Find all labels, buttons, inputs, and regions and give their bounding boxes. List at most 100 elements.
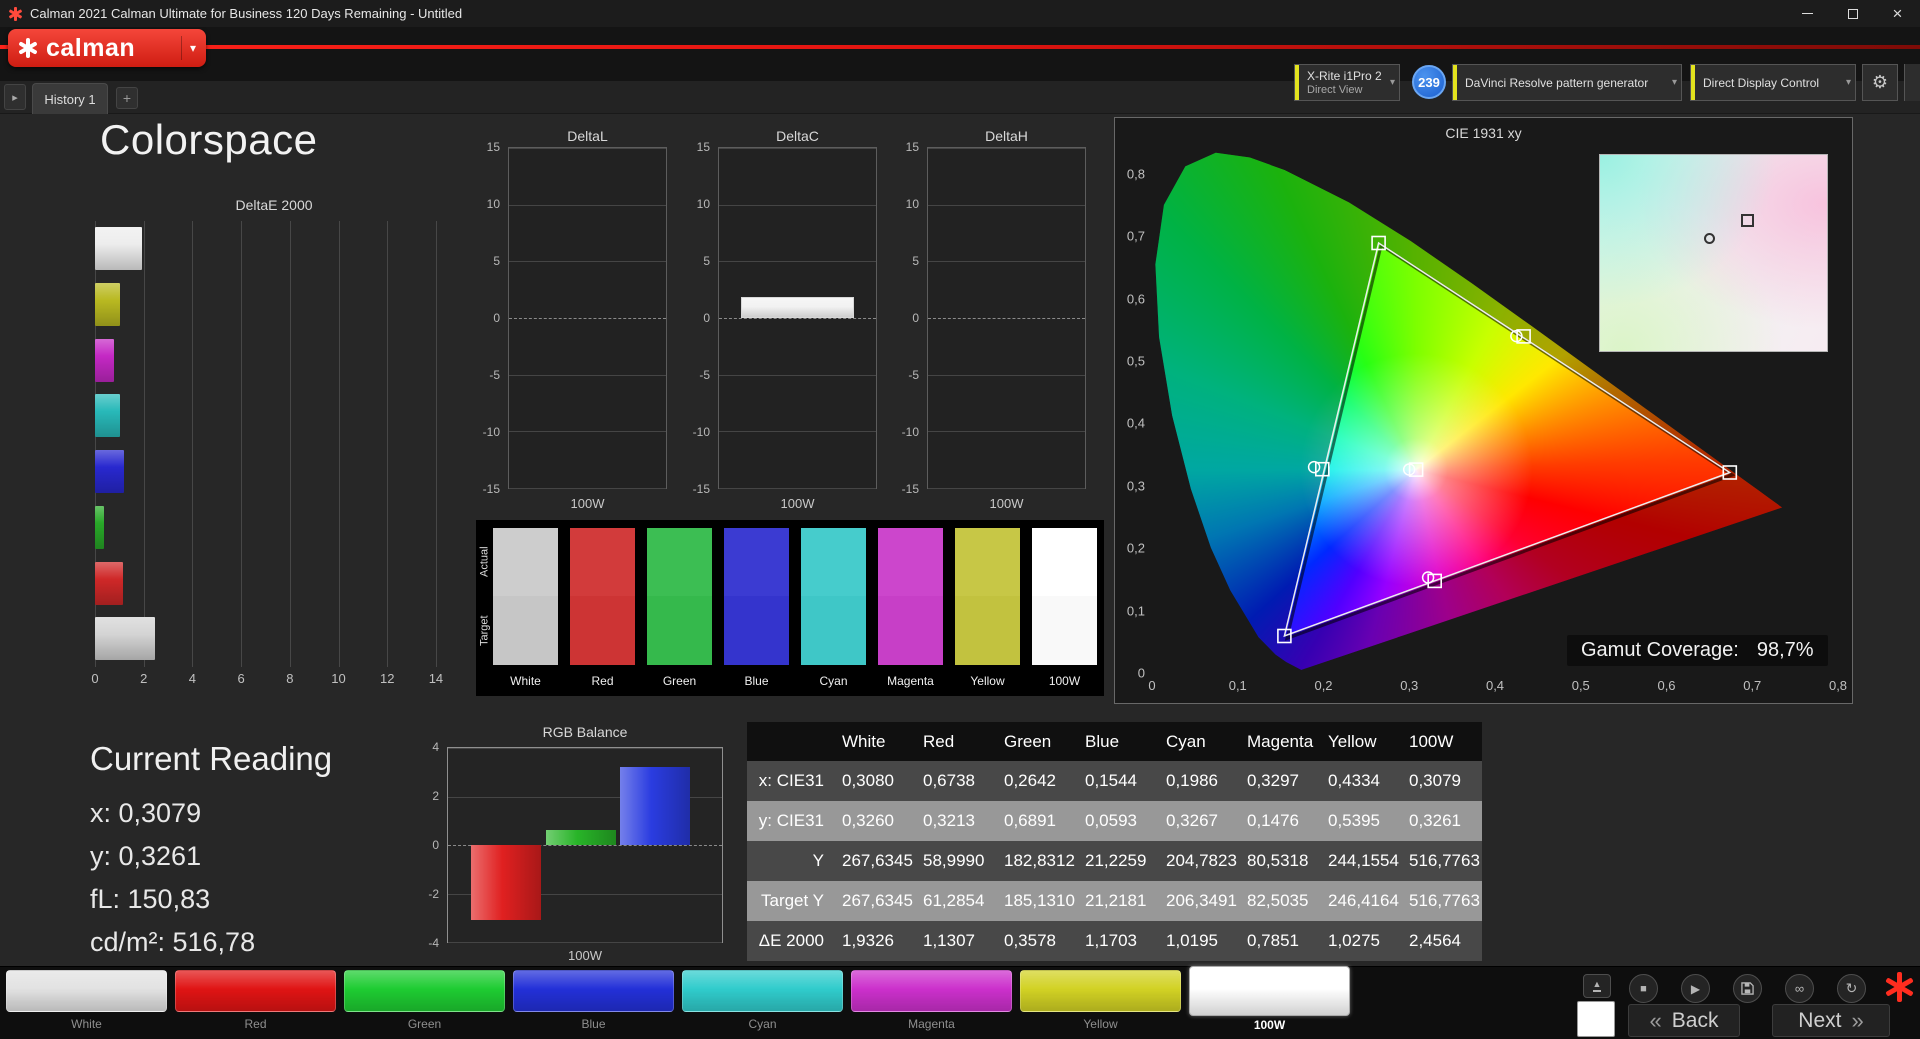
link-button[interactable]: ∞ <box>1785 974 1814 1003</box>
pattern-bar: White Red Green Blue Cyan Magenta Yellow 100W <box>6 966 1350 1032</box>
pattern-button-magenta[interactable]: Magenta <box>851 970 1012 1031</box>
target-swatch <box>493 596 558 665</box>
chevron-down-icon: ▾ <box>1671 77 1677 88</box>
table-cell: 61,2854 <box>923 891 985 910</box>
refresh-button[interactable]: ↻ <box>1837 974 1866 1003</box>
pattern-preview-window[interactable] <box>1577 1001 1615 1037</box>
deltae-chart-title: DeltaE 2000 <box>235 197 313 213</box>
display-control-dropdown[interactable]: Direct Display Control ▾ <box>1690 64 1856 101</box>
gridline <box>509 318 666 319</box>
reading-y: y: 0,3261 <box>90 841 202 871</box>
actual-swatch <box>493 528 558 596</box>
axis-tick-label: 15 <box>696 140 710 154</box>
comparator-row-label: Actual <box>478 546 491 578</box>
cie-chart-title: CIE 1931 xy <box>1445 125 1522 141</box>
mini-plot <box>718 147 877 489</box>
pattern-button-white[interactable]: White <box>6 970 167 1031</box>
back-button[interactable]: « Back <box>1628 1004 1740 1037</box>
cie-panel: CIE 1931 xy Gamut Coverage: 98,7% 0 0,1 0,… <box>1114 117 1853 704</box>
deltae-plot <box>95 221 453 667</box>
pattern-label: 100W <box>1253 1018 1286 1032</box>
target-swatch <box>801 596 866 665</box>
pattern-button-red[interactable]: Red <box>175 970 336 1031</box>
column-header: Magenta <box>1247 732 1314 751</box>
swatch-label: Cyan <box>819 674 848 688</box>
table-cell: 1,9326 <box>842 931 894 950</box>
comparator-column-magenta: Magenta <box>878 528 943 692</box>
table-cell: 204,7823 <box>1166 851 1237 870</box>
save-button[interactable] <box>1733 974 1762 1003</box>
axis-tick-label: 14 <box>428 671 444 686</box>
table-cell: 0,6891 <box>1004 811 1056 830</box>
axis-tick-label: -15 <box>901 482 919 496</box>
pattern-button-cyan[interactable]: Cyan <box>682 970 843 1031</box>
back-chevron-icon: « <box>1649 1007 1662 1033</box>
calman-logo-button[interactable]: calman ▾ <box>8 29 206 67</box>
axis-tick-label: 10 <box>905 197 919 211</box>
pattern-button-green[interactable]: Green <box>344 970 505 1031</box>
column-header: Yellow <box>1328 732 1377 751</box>
pattern-label: Cyan <box>748 1017 777 1031</box>
save-icon <box>1741 982 1754 995</box>
mini-plot <box>927 147 1086 489</box>
gamut-coverage-text: Gamut Coverage: <box>1581 639 1739 661</box>
axis-tick-label: 10 <box>486 197 500 211</box>
gridline <box>928 148 1085 149</box>
refresh-icon: ↻ <box>1845 980 1858 996</box>
pattern-label: Red <box>244 1017 267 1031</box>
axis-tick-label: 0 <box>493 311 500 325</box>
comparator-column-100w: 100W <box>1032 528 1097 692</box>
gridline <box>928 261 1085 263</box>
gridline <box>719 488 876 489</box>
table-row: y: CIE31 0,3260 0,3213 0,6891 0,0593 0,3267 0,… <box>747 801 1482 841</box>
axis-tick-label: 0,8 <box>1828 678 1848 693</box>
pattern-generator-dropdown[interactable]: DaVinci Resolve pattern generator ▾ <box>1452 64 1682 101</box>
calman-asterisk-icon <box>1884 972 1914 1002</box>
next-chevron-icon: » <box>1851 1007 1864 1033</box>
partial-toolbar-button[interactable] <box>1904 64 1920 101</box>
meter-dropdown[interactable]: X-Rite i1Pro 2 Direct View ▾ <box>1294 64 1400 101</box>
page-title: Colorspace <box>100 116 318 163</box>
eject-button[interactable]: ▲ <box>1583 974 1611 998</box>
gridline <box>928 431 1085 433</box>
comparator-column-cyan: Cyan <box>801 528 866 692</box>
axis-tick-label: 0 <box>91 671 99 686</box>
comparator-column-blue: Blue <box>724 528 789 692</box>
add-tab-button[interactable]: + <box>116 87 138 109</box>
pattern-button-yellow[interactable]: Yellow <box>1020 970 1181 1031</box>
axis-tick-label: -10 <box>692 425 710 439</box>
axis-label: 100W <box>780 496 815 511</box>
meter-mode: Direct View <box>1307 83 1363 96</box>
deltae-bar-yellow <box>95 282 121 326</box>
table-cell: 0,3079 <box>1409 771 1461 790</box>
mini-yaxis: 15 10 5 0 -5 -10 -15 <box>468 140 504 496</box>
close-button[interactable]: × <box>1875 0 1920 27</box>
tab-history-1[interactable]: History 1 <box>32 83 108 114</box>
gridline <box>338 221 340 667</box>
axis-tick-label: -5 <box>489 368 500 382</box>
window-controls: × <box>1785 0 1920 27</box>
axis-tick-label: 0,1 <box>1126 603 1145 619</box>
pattern-button-100w[interactable]: 100W <box>1189 966 1350 1032</box>
stop-icon: ■ <box>1640 982 1647 995</box>
play-button[interactable]: ▶ <box>1681 974 1710 1003</box>
minimize-button[interactable] <box>1785 0 1830 27</box>
pattern-label: Magenta <box>908 1017 955 1031</box>
meter-count-badge[interactable]: 239 <box>1412 65 1446 99</box>
settings-button[interactable]: ⚙ <box>1862 64 1898 101</box>
table-cell: 0,1544 <box>1085 771 1137 790</box>
table-cell: 2,4564 <box>1409 931 1461 950</box>
stop-button[interactable]: ■ <box>1629 974 1658 1003</box>
sidebar-toggle-button[interactable]: ▸ <box>4 84 26 110</box>
table-cell: 0,2642 <box>1004 771 1056 790</box>
axis-tick-label: 12 <box>380 671 395 686</box>
deltae-bar-cyan <box>95 394 120 438</box>
gridline <box>719 261 876 263</box>
swatch-label: Red <box>591 674 614 688</box>
next-button[interactable]: Next » <box>1772 1004 1890 1037</box>
meter-status-stripe <box>1295 65 1299 100</box>
pattern-button-blue[interactable]: Blue <box>513 970 674 1031</box>
back-label: Back <box>1671 1008 1719 1032</box>
gridline <box>448 748 722 749</box>
maximize-button[interactable] <box>1830 0 1875 27</box>
